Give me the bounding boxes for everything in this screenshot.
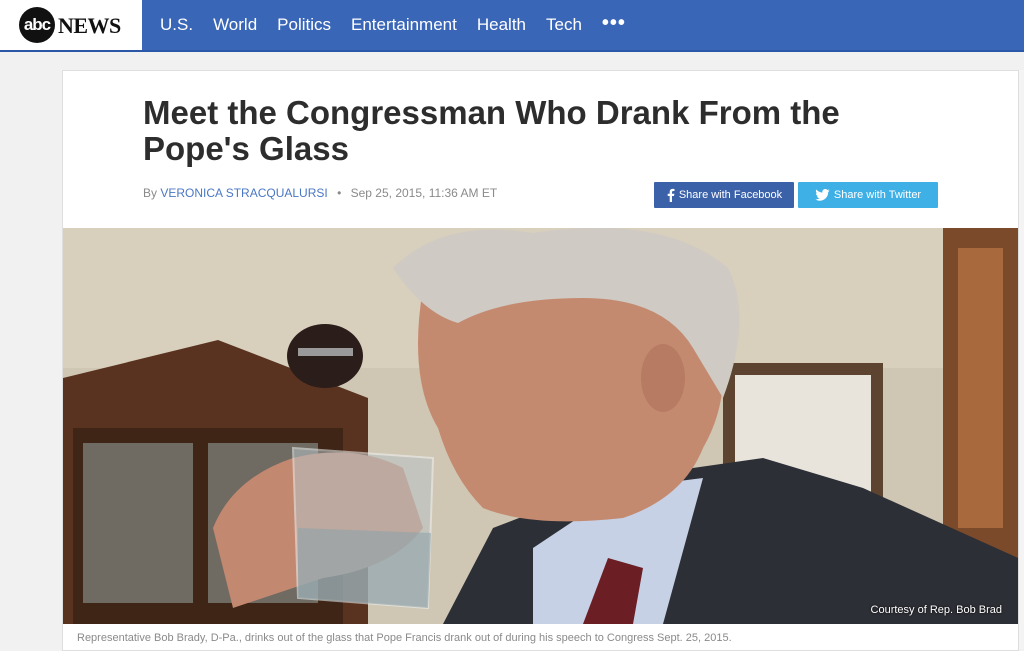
- nav-tech[interactable]: Tech: [546, 15, 582, 35]
- nav-world[interactable]: World: [213, 15, 257, 35]
- congressman-drinking-photo: [63, 228, 1018, 624]
- news-logo-text: NEWS: [58, 13, 121, 38]
- share-twitter-button[interactable]: Share with Twitter: [798, 182, 938, 208]
- share-facebook-button[interactable]: Share with Facebook: [654, 182, 794, 208]
- article-title: Meet the Congressman Who Drank From the …: [143, 94, 840, 167]
- nav-more-button[interactable]: •••: [602, 12, 626, 35]
- byline-separator: •: [337, 186, 342, 200]
- main-nav: U.S. World Politics Entertainment Health…: [160, 0, 646, 50]
- share-facebook-label: Share with Facebook: [678, 189, 783, 201]
- abc-logo-circle: abc: [19, 7, 55, 43]
- article-photo: Courtesy of Rep. Bob Brad: [63, 228, 1018, 624]
- photo-credit: Courtesy of Rep. Bob Brad: [870, 604, 1002, 616]
- nav-entertainment[interactable]: Entertainment: [351, 15, 457, 35]
- author-link[interactable]: VERONICA STRACQUALURSI: [160, 186, 327, 200]
- byline: By VERONICA STRACQUALURSI • Sep 25, 2015…: [143, 186, 497, 200]
- publish-date: Sep 25, 2015, 11:36 AM ET: [350, 186, 498, 200]
- article-card: Meet the Congressman Who Drank From the …: [62, 70, 1019, 651]
- nav-us[interactable]: U.S.: [160, 15, 193, 35]
- photo-caption: Representative Bob Brady, D-Pa., drinks …: [77, 632, 732, 644]
- nav-politics[interactable]: Politics: [277, 15, 331, 35]
- byline-prefix: By: [143, 186, 158, 200]
- facebook-icon: [667, 188, 675, 202]
- abc-news-logo[interactable]: abc NEWS: [0, 0, 142, 50]
- nav-health[interactable]: Health: [477, 15, 526, 35]
- share-twitter-label: Share with Twitter: [833, 189, 922, 201]
- twitter-icon: [815, 189, 830, 201]
- top-navigation-bar: abc NEWS U.S. World Politics Entertainme…: [0, 0, 1024, 52]
